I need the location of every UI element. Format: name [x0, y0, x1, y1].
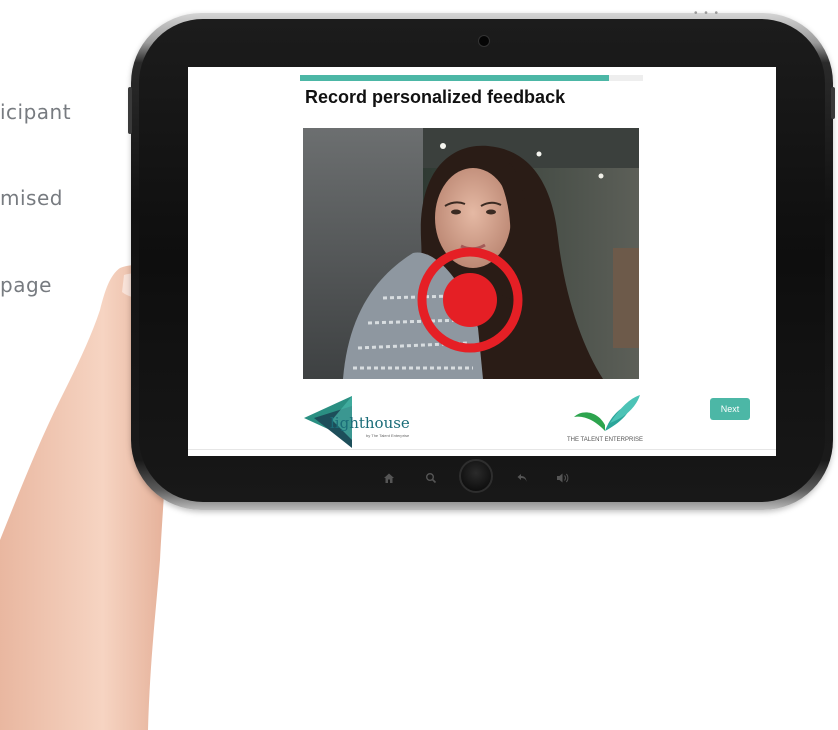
home-button[interactable]: [459, 459, 493, 493]
screen-footer-divider: [188, 449, 776, 450]
home-icon[interactable]: [383, 472, 395, 486]
page-title: Record personalized feedback: [305, 87, 566, 107]
back-arrow-icon[interactable]: [516, 472, 528, 486]
tablet-side-button-right: [831, 87, 835, 119]
lighthouse-wordmark: lighthouse: [330, 414, 410, 432]
search-icon[interactable]: [425, 472, 437, 486]
volume-icon[interactable]: [556, 472, 570, 486]
talent-enterprise-wordmark: THE TALENT ENTERPRISE: [566, 437, 644, 443]
progress-bar-fill: [300, 75, 609, 81]
next-button[interactable]: Next: [710, 398, 750, 420]
progress-bar: [300, 75, 643, 81]
front-camera-icon: [478, 35, 490, 47]
record-icon[interactable]: [415, 245, 525, 355]
lighthouse-tagline: by The Talent Enterprise: [366, 433, 410, 438]
tablet-side-button-left: [128, 87, 132, 134]
speaker-dots-icon: • • •: [694, 8, 721, 19]
tablet-screen: Record personalized feedback lighthouse …: [188, 67, 776, 456]
video-preview[interactable]: [303, 128, 639, 379]
talent-enterprise-logo: THE TALENT ENTERPRISE: [560, 391, 650, 447]
lighthouse-logo: lighthouse by The Talent Enterprise: [304, 396, 424, 448]
